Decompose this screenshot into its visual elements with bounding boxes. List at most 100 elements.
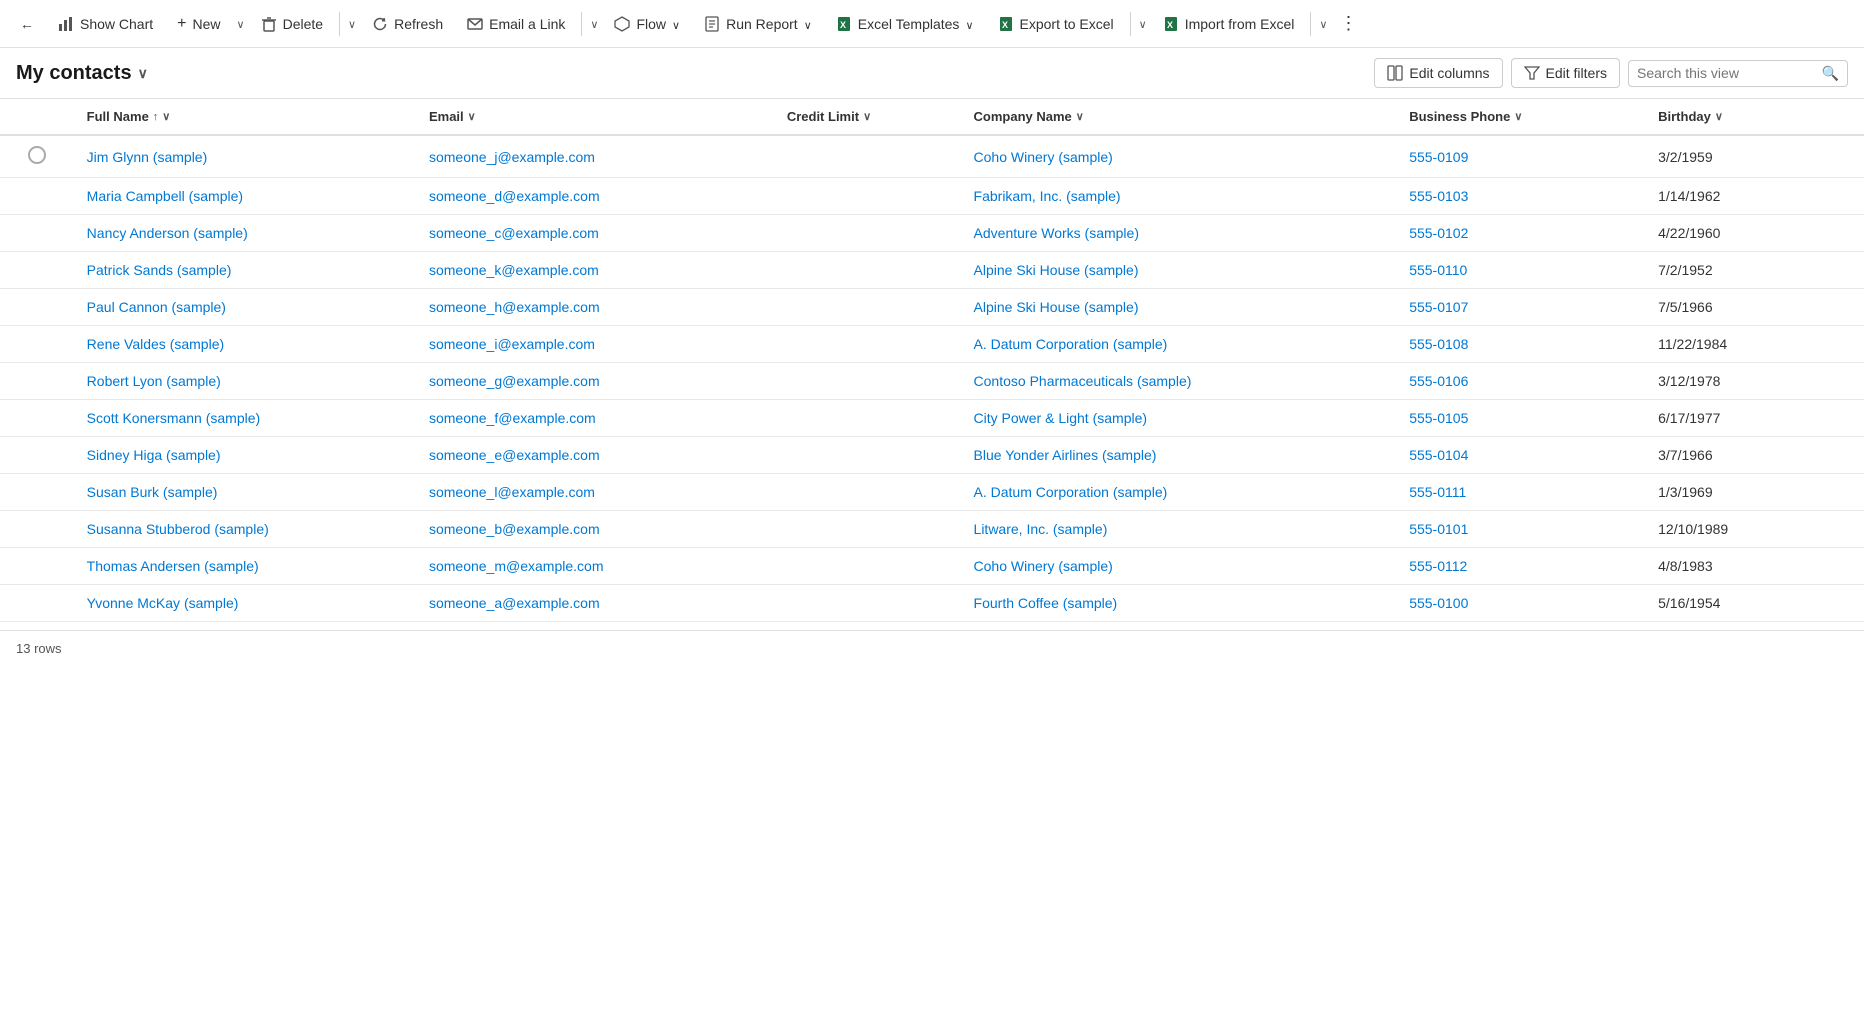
export-more-button[interactable] bbox=[1135, 10, 1151, 37]
cell-name[interactable]: Sidney Higa (sample) bbox=[75, 437, 417, 474]
edit-columns-icon bbox=[1387, 65, 1403, 81]
edit-filters-label: Edit filters bbox=[1546, 65, 1607, 81]
back-button[interactable] bbox=[8, 10, 46, 38]
cell-name[interactable]: Yvonne McKay (sample) bbox=[75, 585, 417, 622]
delete-more-button[interactable] bbox=[344, 10, 360, 37]
cell-phone[interactable]: 555-0106 bbox=[1397, 363, 1646, 400]
table-row: Paul Cannon (sample)someone_h@example.co… bbox=[0, 289, 1864, 326]
cell-phone[interactable]: 555-0105 bbox=[1397, 400, 1646, 437]
cell-phone[interactable]: 555-0104 bbox=[1397, 437, 1646, 474]
cell-name[interactable]: Patrick Sands (sample) bbox=[75, 252, 417, 289]
email-icon bbox=[467, 16, 483, 32]
col-header-credit[interactable]: Credit Limit ∨ bbox=[775, 99, 962, 135]
cell-email[interactable]: someone_h@example.com bbox=[417, 289, 775, 326]
excel-templates-button[interactable]: X Excel Templates bbox=[824, 10, 986, 38]
col-header-company[interactable]: Company Name ∨ bbox=[962, 99, 1398, 135]
cell-name[interactable]: Maria Campbell (sample) bbox=[75, 178, 417, 215]
cell-company[interactable]: Adventure Works (sample) bbox=[962, 215, 1398, 252]
flow-button[interactable]: Flow bbox=[602, 10, 692, 38]
export-excel-button[interactable]: X Export to Excel bbox=[986, 10, 1126, 38]
company-filter-icon: ∨ bbox=[1076, 110, 1084, 123]
view-header: My contacts ∨ Edit columns Edit filters … bbox=[0, 48, 1864, 99]
cell-email[interactable]: someone_f@example.com bbox=[417, 400, 775, 437]
cell-email[interactable]: someone_k@example.com bbox=[417, 252, 775, 289]
svg-text:X: X bbox=[1002, 20, 1008, 30]
cell-name[interactable]: Susanna Stubberod (sample) bbox=[75, 511, 417, 548]
col-header-name[interactable]: Full Name ↑ ∨ bbox=[75, 99, 417, 135]
cell-credit bbox=[775, 585, 962, 622]
cell-phone[interactable]: 555-0111 bbox=[1397, 474, 1646, 511]
refresh-button[interactable]: Refresh bbox=[360, 10, 455, 38]
cell-name[interactable]: Susan Burk (sample) bbox=[75, 474, 417, 511]
cell-phone[interactable]: 555-0110 bbox=[1397, 252, 1646, 289]
cell-email[interactable]: someone_g@example.com bbox=[417, 363, 775, 400]
search-input[interactable] bbox=[1637, 65, 1816, 81]
col-header-email[interactable]: Email ∨ bbox=[417, 99, 775, 135]
col-header-phone[interactable]: Business Phone ∨ bbox=[1397, 99, 1646, 135]
cell-email[interactable]: someone_l@example.com bbox=[417, 474, 775, 511]
cell-name[interactable]: Nancy Anderson (sample) bbox=[75, 215, 417, 252]
delete-chevron-icon bbox=[348, 16, 356, 31]
email-more-button[interactable] bbox=[586, 10, 602, 37]
new-button[interactable]: + New bbox=[165, 9, 232, 39]
cell-email[interactable]: someone_c@example.com bbox=[417, 215, 775, 252]
import-excel-button[interactable]: X Import from Excel bbox=[1151, 10, 1307, 38]
cell-phone[interactable]: 555-0109 bbox=[1397, 135, 1646, 178]
cell-credit bbox=[775, 135, 962, 178]
delete-button[interactable]: Delete bbox=[249, 10, 335, 38]
cell-company[interactable]: Coho Winery (sample) bbox=[962, 135, 1398, 178]
cell-birthday: 11/22/1984 bbox=[1646, 326, 1864, 363]
cell-company[interactable]: Alpine Ski House (sample) bbox=[962, 252, 1398, 289]
email-link-button[interactable]: Email a Link bbox=[455, 10, 577, 38]
cell-phone[interactable]: 555-0112 bbox=[1397, 548, 1646, 585]
cell-email[interactable]: someone_m@example.com bbox=[417, 548, 775, 585]
show-chart-button[interactable]: Show Chart bbox=[46, 10, 165, 38]
view-title[interactable]: My contacts ∨ bbox=[16, 62, 148, 85]
cell-phone[interactable]: 555-0103 bbox=[1397, 178, 1646, 215]
cell-birthday: 1/14/1962 bbox=[1646, 178, 1864, 215]
table-row: Scott Konersmann (sample)someone_f@examp… bbox=[0, 400, 1864, 437]
cell-company[interactable]: City Power & Light (sample) bbox=[962, 400, 1398, 437]
more-options-button[interactable] bbox=[1331, 7, 1365, 40]
cell-email[interactable]: someone_b@example.com bbox=[417, 511, 775, 548]
cell-company[interactable]: Contoso Pharmaceuticals (sample) bbox=[962, 363, 1398, 400]
cell-company[interactable]: A. Datum Corporation (sample) bbox=[962, 326, 1398, 363]
import-more-button[interactable] bbox=[1315, 10, 1331, 37]
edit-columns-button[interactable]: Edit columns bbox=[1374, 58, 1502, 88]
divider-4 bbox=[1310, 12, 1311, 36]
cell-phone[interactable]: 555-0100 bbox=[1397, 585, 1646, 622]
row-checkbox[interactable] bbox=[28, 146, 46, 164]
run-report-button[interactable]: Run Report bbox=[692, 10, 824, 38]
cell-name[interactable]: Thomas Andersen (sample) bbox=[75, 548, 417, 585]
edit-filters-button[interactable]: Edit filters bbox=[1511, 58, 1620, 88]
cell-company[interactable]: Coho Winery (sample) bbox=[962, 548, 1398, 585]
cell-name[interactable]: Rene Valdes (sample) bbox=[75, 326, 417, 363]
view-actions: Edit columns Edit filters 🔍 bbox=[1374, 58, 1848, 88]
excel-templates-chevron-icon bbox=[965, 16, 973, 32]
cell-email[interactable]: someone_j@example.com bbox=[417, 135, 775, 178]
cell-company[interactable]: Alpine Ski House (sample) bbox=[962, 289, 1398, 326]
cell-name[interactable]: Robert Lyon (sample) bbox=[75, 363, 417, 400]
new-dropdown-button[interactable] bbox=[233, 10, 249, 37]
cell-name[interactable]: Paul Cannon (sample) bbox=[75, 289, 417, 326]
cell-phone[interactable]: 555-0108 bbox=[1397, 326, 1646, 363]
cell-email[interactable]: someone_d@example.com bbox=[417, 178, 775, 215]
cell-email[interactable]: someone_a@example.com bbox=[417, 585, 775, 622]
table-row: Nancy Anderson (sample)someone_c@example… bbox=[0, 215, 1864, 252]
cell-phone[interactable]: 555-0101 bbox=[1397, 511, 1646, 548]
cell-phone[interactable]: 555-0107 bbox=[1397, 289, 1646, 326]
cell-phone[interactable]: 555-0102 bbox=[1397, 215, 1646, 252]
cell-email[interactable]: someone_i@example.com bbox=[417, 326, 775, 363]
cell-name[interactable]: Jim Glynn (sample) bbox=[75, 135, 417, 178]
cell-email[interactable]: someone_e@example.com bbox=[417, 437, 775, 474]
cell-company[interactable]: Litware, Inc. (sample) bbox=[962, 511, 1398, 548]
back-icon bbox=[20, 16, 34, 32]
cell-company[interactable]: Blue Yonder Airlines (sample) bbox=[962, 437, 1398, 474]
cell-company[interactable]: A. Datum Corporation (sample) bbox=[962, 474, 1398, 511]
cell-name[interactable]: Scott Konersmann (sample) bbox=[75, 400, 417, 437]
cell-company[interactable]: Fabrikam, Inc. (sample) bbox=[962, 178, 1398, 215]
cell-credit bbox=[775, 326, 962, 363]
col-header-birthday[interactable]: Birthday ∨ bbox=[1646, 99, 1864, 135]
cell-company[interactable]: Fourth Coffee (sample) bbox=[962, 585, 1398, 622]
view-title-chevron-icon: ∨ bbox=[138, 65, 148, 82]
